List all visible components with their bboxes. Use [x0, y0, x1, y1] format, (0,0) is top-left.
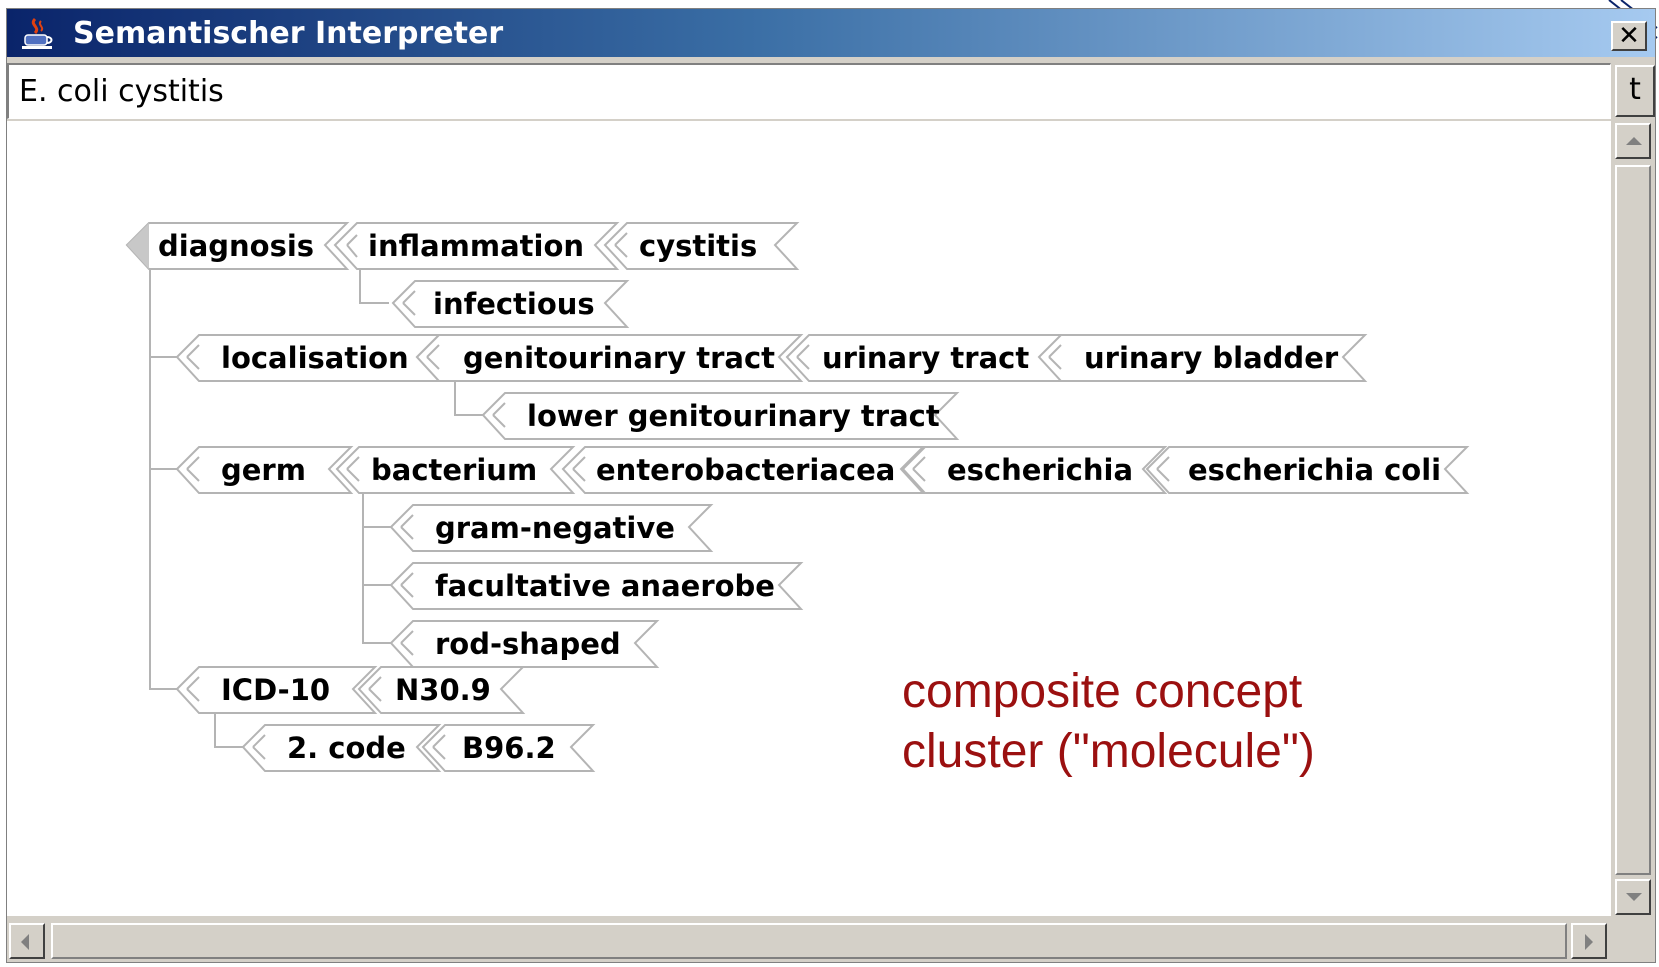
tag-label: 2. code — [287, 731, 406, 765]
tag-label: genitourinary tract — [463, 341, 775, 375]
tag-label: enterobacteriacea — [596, 453, 895, 487]
vertical-scrollbar[interactable] — [1613, 121, 1655, 918]
tag-escherichia[interactable]: escherichia — [901, 446, 1168, 494]
vertical-scroll-thumb[interactable] — [1615, 165, 1651, 875]
scroll-right-button[interactable] — [1571, 923, 1607, 959]
tag-label: escherichia coli — [1188, 453, 1441, 487]
scroll-down-button[interactable] — [1615, 879, 1651, 915]
tag-germ[interactable]: germ — [175, 446, 354, 494]
tag-label: B96.2 — [462, 731, 556, 765]
horizontal-scroll-thumb[interactable] — [51, 923, 1567, 959]
tag-label: infectious — [433, 287, 595, 321]
tag-lower-genitourinary-tract[interactable]: lower genitourinary tract — [481, 392, 960, 440]
tag-label: lower genitourinary tract — [527, 399, 940, 433]
caption-line-2: cluster ("molecule") — [902, 725, 1315, 778]
tag-label: urinary tract — [822, 341, 1029, 375]
scroll-up-button[interactable] — [1615, 123, 1651, 159]
arrow-left-icon — [21, 934, 29, 950]
tag-b96-2[interactable]: B96.2 — [421, 724, 596, 772]
arrow-right-icon — [1585, 934, 1593, 950]
tag-label: N30.9 — [395, 673, 491, 707]
arrow-up-icon — [1626, 137, 1642, 145]
scroll-left-button[interactable] — [9, 923, 45, 959]
tag-label: gram-negative — [435, 511, 675, 545]
close-button[interactable]: ✕ — [1611, 21, 1647, 51]
tag-urinary-tract[interactable]: urinary tract — [785, 334, 1066, 382]
arrow-down-icon — [1626, 893, 1642, 901]
tag-label: bacterium — [371, 453, 537, 487]
concept-tree-panel: diagnosis inflammation cystitis infectio… — [7, 121, 1611, 916]
tag-urinary-bladder[interactable]: urinary bladder — [1037, 334, 1368, 382]
tag-label: localisation — [221, 341, 409, 375]
tag-bacterium[interactable]: bacterium — [335, 446, 576, 494]
tag-genitourinary-tract[interactable]: genitourinary tract — [415, 334, 804, 382]
window-title: Semantischer Interpreter — [73, 16, 504, 51]
tag-diagnosis[interactable]: diagnosis — [125, 222, 350, 270]
tag-label: facultative anaerobe — [435, 569, 775, 603]
tag-rod-shaped[interactable]: rod-shaped — [389, 620, 660, 668]
tag-enterobacteriacea[interactable]: enterobacteriacea — [561, 446, 926, 494]
caption-line-1: composite concept — [902, 665, 1303, 718]
java-cup-icon — [22, 17, 53, 49]
tag-facultative-anaerobe[interactable]: facultative anaerobe — [389, 562, 804, 610]
tag-label: escherichia — [947, 453, 1133, 487]
tag-escherichia-coli[interactable]: escherichia coli — [1145, 446, 1470, 494]
tag-cystitis[interactable]: cystitis — [603, 222, 800, 270]
tag-icd-10[interactable]: ICD-10 — [175, 666, 378, 714]
tag-localisation[interactable]: localisation — [175, 334, 442, 382]
tag-label: rod-shaped — [435, 627, 621, 661]
tag-2-code[interactable]: 2. code — [241, 724, 442, 772]
tag-inflammation[interactable]: inflammation — [333, 222, 620, 270]
tag-n30-9[interactable]: N30.9 — [357, 666, 526, 714]
tag-infectious[interactable]: infectious — [391, 280, 630, 328]
close-icon: ✕ — [1618, 21, 1640, 51]
annotation-caption: composite concept cluster ("molecule") — [902, 662, 1315, 782]
app-window: Semantischer Interpreter ✕ t — [6, 8, 1656, 963]
tag-gram-negative[interactable]: gram-negative — [389, 504, 714, 552]
tag-label: ICD-10 — [221, 673, 330, 707]
tag-label: urinary bladder — [1084, 341, 1339, 375]
horizontal-scrollbar[interactable] — [7, 921, 1611, 962]
tag-label: cystitis — [639, 229, 757, 263]
tag-label: inflammation — [368, 229, 584, 263]
concept-tree: diagnosis inflammation cystitis infectio… — [125, 222, 1470, 772]
tag-label: germ — [221, 453, 306, 487]
toggle-button[interactable]: t — [1615, 65, 1655, 117]
query-input[interactable] — [19, 71, 1599, 111]
query-field-frame — [7, 63, 1611, 119]
title-bar[interactable]: Semantischer Interpreter ✕ — [7, 9, 1655, 57]
tag-label: diagnosis — [158, 229, 314, 263]
